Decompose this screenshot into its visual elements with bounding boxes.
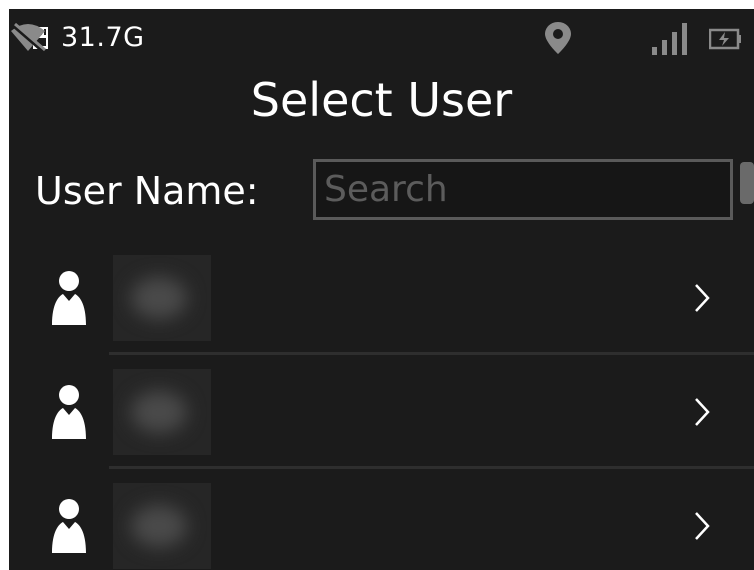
scrollbar-thumb[interactable] bbox=[740, 162, 754, 204]
battery-charging-icon bbox=[709, 28, 741, 50]
search-row: User Name: bbox=[9, 159, 754, 229]
user-name-label: User Name: bbox=[35, 169, 259, 213]
chevron-right-icon[interactable] bbox=[694, 397, 710, 427]
user-icon bbox=[52, 499, 86, 553]
redacted-user-name bbox=[113, 255, 211, 341]
location-pin-icon bbox=[545, 22, 571, 54]
page-title: Select User bbox=[250, 73, 513, 127]
chevron-right-icon[interactable] bbox=[694, 283, 710, 313]
user-icon bbox=[52, 385, 86, 439]
wifi-off-icon bbox=[11, 22, 46, 53]
storage-indicator: 31.7G bbox=[61, 22, 145, 53]
user-icon bbox=[52, 271, 86, 325]
redacted-user-name bbox=[113, 483, 211, 569]
user-row[interactable] bbox=[9, 355, 754, 469]
user-row[interactable] bbox=[9, 241, 754, 355]
search-input[interactable] bbox=[313, 159, 733, 220]
redacted-user-name bbox=[113, 369, 211, 455]
device-screen: 31.7G Select User User Name: bbox=[9, 9, 754, 570]
user-list bbox=[9, 241, 754, 570]
chevron-right-icon[interactable] bbox=[694, 511, 710, 541]
user-row[interactable] bbox=[9, 469, 754, 570]
signal-icon bbox=[652, 23, 687, 55]
status-bar: 31.7G bbox=[9, 9, 754, 71]
